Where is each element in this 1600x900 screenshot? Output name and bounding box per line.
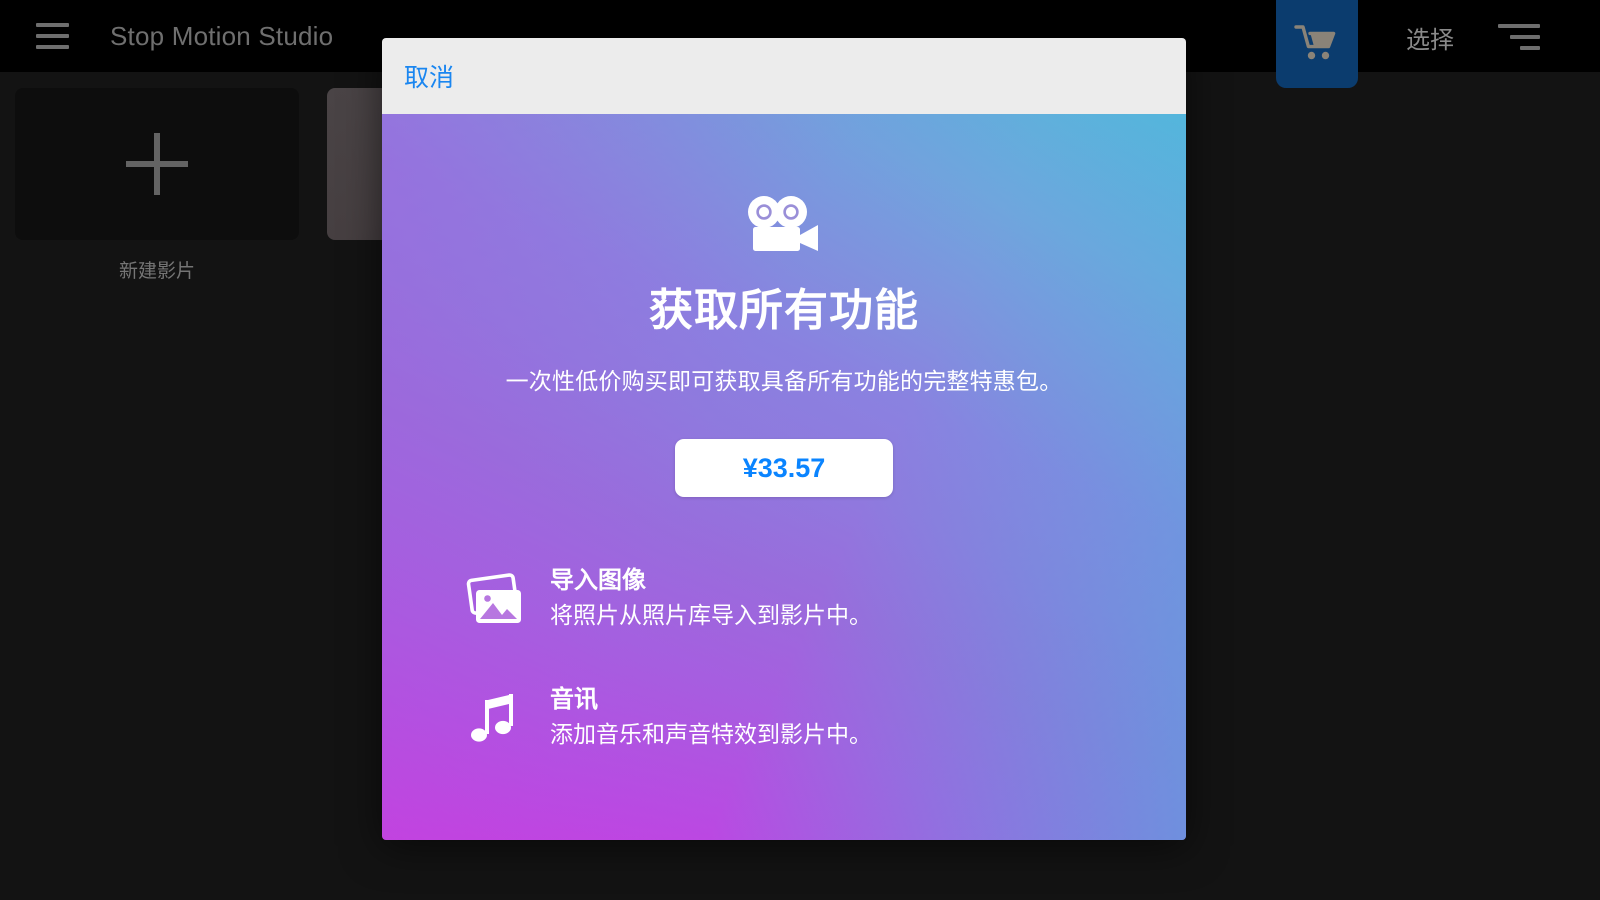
feature-title: 音讯	[550, 686, 598, 714]
select-button[interactable]: 选择	[1406, 20, 1454, 55]
sort-line	[1510, 35, 1540, 39]
purchase-dialog: 取消 获取所有功能 一次性低价购买即可获取具备所有功能的完整特惠包。 ¥33.5…	[382, 38, 1186, 840]
movie-camera-icon	[748, 196, 818, 251]
feature-text: 音讯 添加音乐和声音特效到影片中。	[550, 684, 872, 751]
feature-title: 导入图像	[550, 567, 646, 594]
feature-item-audio: 音讯 添加音乐和声音特效到影片中。	[382, 684, 1186, 751]
shopping-cart-icon	[1294, 24, 1340, 64]
hamburger-bar	[35, 45, 69, 49]
music-note-icon	[466, 688, 528, 750]
sort-list-icon[interactable]	[1498, 24, 1540, 50]
page-title: 获取所有功能	[649, 286, 919, 335]
plus-icon	[126, 133, 188, 195]
project-card-new-movie[interactable]: 新建影片	[15, 88, 299, 283]
price-purchase-button[interactable]: ¥33.57	[675, 439, 893, 497]
cancel-button[interactable]: 取消	[404, 58, 454, 94]
sort-line	[1498, 24, 1540, 28]
header-actions: 选择	[1276, 0, 1600, 88]
project-label: 新建影片	[118, 261, 195, 282]
dialog-body: 获取所有功能 一次性低价购买即可获取具备所有功能的完整特惠包。 ¥33.57 导…	[382, 114, 1186, 840]
hamburger-menu-icon[interactable]	[24, 8, 80, 64]
app-title: Stop Motion Studio	[110, 20, 334, 51]
dialog-content: 获取所有功能 一次性低价购买即可获取具备所有功能的完整特惠包。 ¥33.57 导…	[382, 114, 1186, 840]
feature-description: 将照片从照片库导入到影片中。	[550, 602, 872, 629]
hamburger-bar	[35, 34, 69, 38]
dialog-header: 取消	[382, 38, 1186, 114]
feature-item-import-images: 导入图像 将照片从照片库导入到影片中。	[382, 565, 1186, 632]
feature-list: 导入图像 将照片从照片库导入到影片中。 音讯 添加音乐和声音特效到影片中。	[382, 565, 1186, 751]
new-movie-thumbnail[interactable]	[15, 88, 299, 240]
feature-text: 导入图像 将照片从照片库导入到影片中。	[550, 565, 872, 632]
hero-subtitle: 一次性低价购买即可获取具备所有功能的完整特惠包。	[505, 368, 1063, 394]
hamburger-bar	[35, 23, 69, 27]
photos-stack-icon	[466, 569, 528, 631]
shopping-cart-button[interactable]	[1276, 0, 1358, 88]
feature-description: 添加音乐和声音特效到影片中。	[550, 721, 872, 748]
sort-line	[1520, 46, 1540, 50]
